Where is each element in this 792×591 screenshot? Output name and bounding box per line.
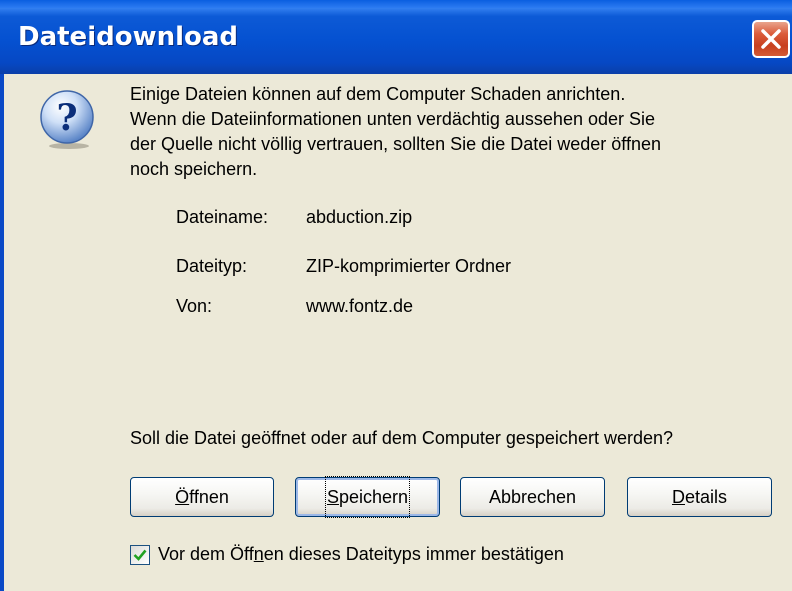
- details-button-label: Details: [671, 487, 728, 507]
- file-download-dialog: Dateidownload ? Einige Dateien können au…: [0, 0, 792, 591]
- checkmark-icon: [133, 549, 147, 561]
- filename-label: Dateiname:: [176, 207, 269, 227]
- save-button-label: Speichern: [324, 476, 411, 518]
- cancel-button-label: Abbrechen: [488, 487, 577, 507]
- source-value: www.fontz.de: [306, 296, 414, 316]
- open-button-label: Öffnen: [175, 487, 229, 507]
- open-button[interactable]: Öffnen: [130, 477, 274, 517]
- window-frame-left: [0, 74, 4, 591]
- filename-value: abduction.zip: [306, 207, 413, 227]
- source-label: Von:: [176, 296, 213, 316]
- cancel-button[interactable]: Abbrechen: [460, 477, 605, 517]
- title-bar[interactable]: Dateidownload: [0, 0, 792, 74]
- details-button[interactable]: Details: [627, 477, 772, 517]
- svg-text:?: ?: [56, 97, 77, 139]
- title-bar-edge: [0, 0, 792, 8]
- warning-line: der Quelle nicht völlig vertrauen, sollt…: [130, 134, 661, 154]
- filetype-label: Dateityp:: [176, 256, 248, 276]
- window-title: Dateidownload: [18, 22, 239, 52]
- close-icon: [761, 29, 781, 49]
- warning-message: Einige Dateien können auf dem Computer S…: [130, 82, 780, 182]
- close-button[interactable]: [752, 20, 790, 58]
- warning-line: Einige Dateien können auf dem Computer S…: [130, 84, 626, 104]
- warning-line: noch speichern.: [130, 159, 258, 179]
- question-icon: ?: [36, 88, 98, 150]
- warning-line: Wenn die Dateiinformationen unten verdäc…: [130, 109, 656, 129]
- always-confirm-label[interactable]: Vor dem Öffnen dieses Dateityps immer be…: [158, 544, 564, 565]
- always-confirm-checkbox[interactable]: [130, 545, 150, 565]
- download-prompt: Soll die Datei geöffnet oder auf dem Com…: [130, 428, 673, 448]
- save-button[interactable]: Speichern: [295, 476, 440, 518]
- filetype-value: ZIP-komprimierter Ordner: [306, 256, 512, 276]
